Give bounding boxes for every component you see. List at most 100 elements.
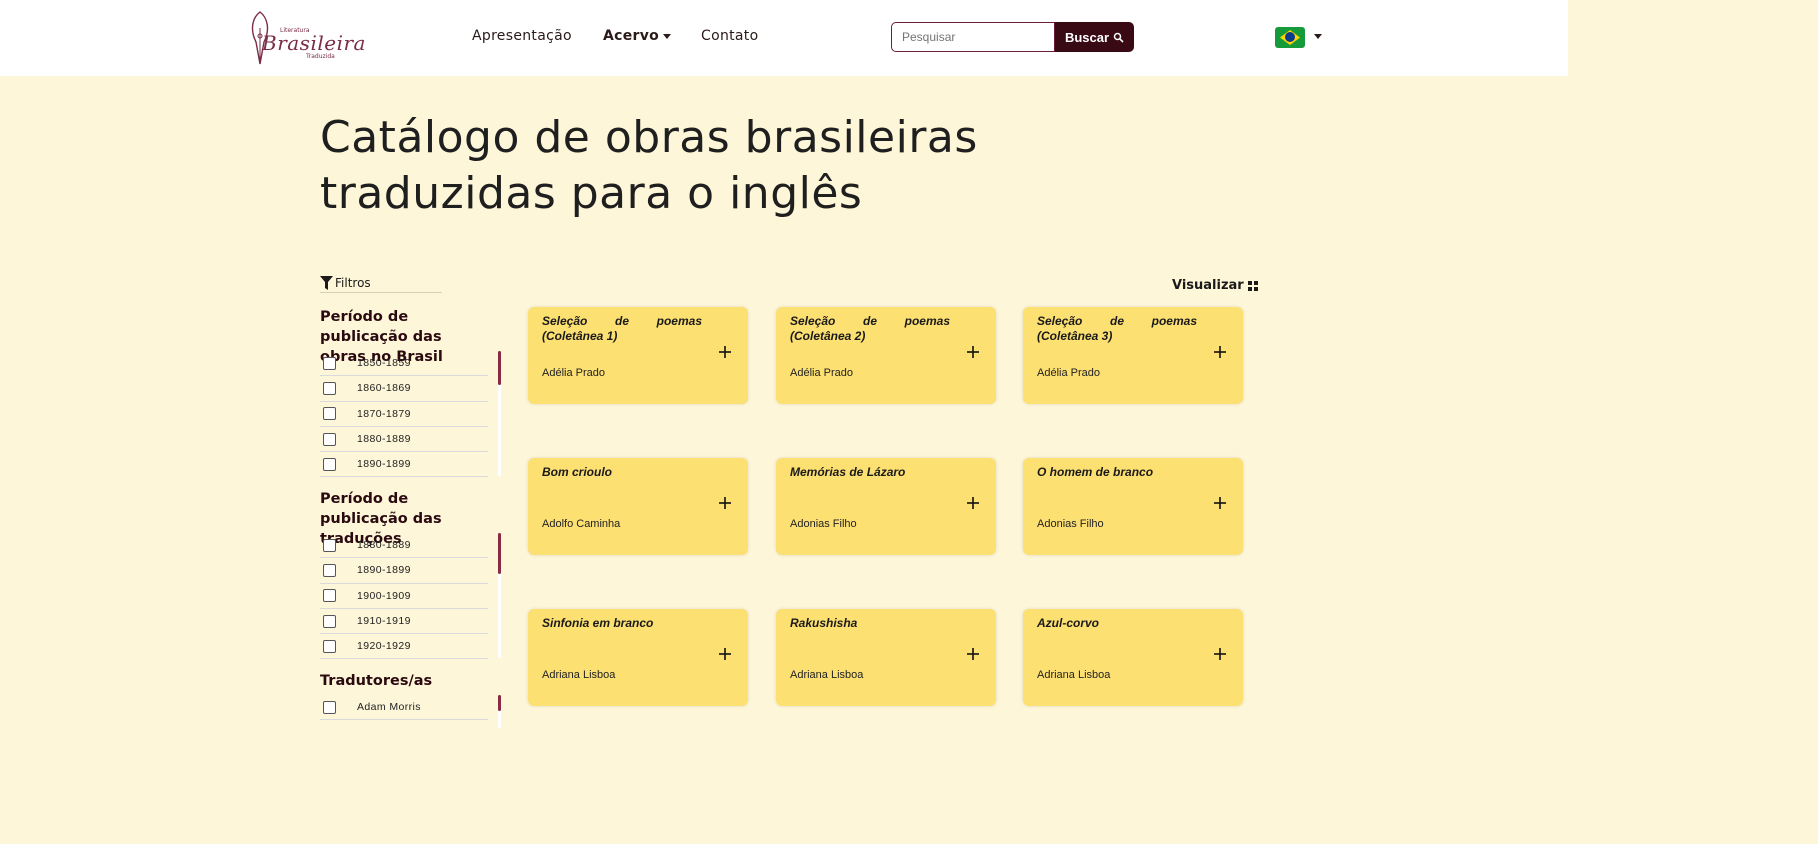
book-title: Seleção de poemas (Coletânea 3) bbox=[1037, 314, 1197, 343]
book-title: O homem de branco bbox=[1037, 465, 1154, 479]
checkbox[interactable] bbox=[323, 457, 336, 471]
book-author: Adélia Prado bbox=[542, 367, 605, 379]
book-title: Sinfonia em branco bbox=[542, 616, 654, 630]
filter-group-title-translators: Tradutores/as bbox=[320, 673, 433, 689]
view-toggle[interactable]: Visualizar bbox=[1172, 278, 1258, 293]
filter-option[interactable]: 1900-1909 bbox=[320, 584, 488, 609]
filter-option[interactable]: 1890-1899 bbox=[320, 558, 488, 584]
search-icon bbox=[1113, 32, 1124, 43]
nav-apresentacao[interactable]: Apresentação bbox=[472, 28, 572, 44]
nav-acervo-dropdown[interactable]: Acervo bbox=[603, 28, 672, 44]
book-author: Adélia Prado bbox=[790, 367, 853, 379]
book-author: Adriana Lisboa bbox=[790, 669, 864, 681]
plus-icon[interactable] bbox=[1213, 496, 1227, 510]
search-button[interactable]: Buscar bbox=[1055, 22, 1134, 52]
plus-icon[interactable] bbox=[1213, 345, 1227, 359]
filter-option-label: 1860-1869 bbox=[357, 382, 411, 395]
page-title: Catálogo de obras brasileiras traduzidas… bbox=[320, 112, 978, 219]
book-title: Memórias de Lázaro bbox=[790, 465, 906, 479]
filter-option[interactable]: 1870-1879 bbox=[320, 402, 488, 427]
filter-option-label: 1920-1929 bbox=[357, 640, 411, 653]
filter-option-label: 1850-1859 bbox=[357, 357, 411, 370]
plus-icon[interactable] bbox=[718, 345, 732, 359]
scrollbar-thumb[interactable] bbox=[498, 533, 501, 574]
book-title: Seleção de poemas (Coletânea 1) bbox=[542, 314, 702, 343]
book-card[interactable]: O homem de branco Adonias Filho bbox=[1023, 458, 1243, 555]
filter-list-publication-brazil: 1850-1859 1860-1869 1870-1879 1880-1889 … bbox=[320, 351, 488, 478]
book-card[interactable]: Rakushisha Adriana Lisboa bbox=[776, 609, 996, 706]
grid-icon bbox=[1247, 280, 1258, 291]
checkbox[interactable] bbox=[323, 356, 336, 370]
book-card[interactable]: Seleção de poemas (Coletânea 3) Adélia P… bbox=[1023, 307, 1243, 404]
book-card[interactable]: Seleção de poemas (Coletânea 2) Adélia P… bbox=[776, 307, 996, 404]
language-chevron-down-icon[interactable] bbox=[1314, 34, 1322, 39]
book-title: Azul-corvo bbox=[1037, 616, 1100, 630]
book-author: Adélia Prado bbox=[1037, 367, 1100, 379]
scrollbar-thumb[interactable] bbox=[498, 695, 501, 711]
filter-option[interactable]: 1890-1899 bbox=[320, 452, 488, 478]
view-toggle-label: Visualizar bbox=[1172, 278, 1244, 293]
filter-option-label: 1910-1919 bbox=[357, 615, 411, 628]
book-title: Rakushisha bbox=[790, 616, 858, 630]
book-author: Adonias Filho bbox=[790, 518, 857, 530]
book-card[interactable]: Memórias de Lázaro Adonias Filho bbox=[776, 458, 996, 555]
checkbox[interactable] bbox=[323, 639, 336, 653]
checkbox[interactable] bbox=[323, 589, 336, 603]
checkbox[interactable] bbox=[323, 432, 336, 446]
filter-option-label: Adam Morris bbox=[357, 701, 421, 714]
filter-option-label: 1880-1889 bbox=[357, 539, 411, 552]
book-author: Adriana Lisboa bbox=[1037, 669, 1111, 681]
filter-option[interactable]: Adam Morris bbox=[320, 695, 488, 721]
chevron-down-icon bbox=[663, 33, 672, 39]
filter-option[interactable]: 1850-1859 bbox=[320, 351, 488, 377]
plus-icon[interactable] bbox=[966, 496, 980, 510]
nav-contato[interactable]: Contato bbox=[701, 28, 758, 44]
book-title: Bom crioulo bbox=[542, 465, 613, 479]
logo-main-text: Brasileira bbox=[262, 31, 366, 55]
nav-acervo-label: Acervo bbox=[603, 28, 660, 44]
filter-option[interactable]: 1880-1889 bbox=[320, 533, 488, 559]
filter-list-translation-period: 1880-1889 1890-1899 1900-1909 1910-1919 … bbox=[320, 533, 488, 660]
plus-icon[interactable] bbox=[718, 496, 732, 510]
site-logo[interactable]: Literatura Brasileira Traduzida bbox=[242, 8, 365, 68]
brazil-flag-icon[interactable] bbox=[1275, 27, 1305, 48]
filter-list-translators: Adam Morris bbox=[320, 695, 488, 721]
book-card[interactable]: Azul-corvo Adriana Lisboa bbox=[1023, 609, 1243, 706]
search-button-label: Buscar bbox=[1064, 29, 1110, 45]
checkbox[interactable] bbox=[323, 407, 336, 421]
filters-label: Filtros bbox=[335, 276, 371, 290]
book-card[interactable]: Seleção de poemas (Coletânea 1) Adélia P… bbox=[528, 307, 748, 404]
search-input[interactable] bbox=[891, 22, 1055, 52]
book-title: Seleção de poemas (Coletânea 2) bbox=[790, 314, 950, 343]
scrollbar-track[interactable] bbox=[498, 695, 501, 728]
scrollbar-thumb[interactable] bbox=[498, 351, 501, 385]
checkbox[interactable] bbox=[323, 563, 336, 577]
filter-option-label: 1870-1879 bbox=[357, 407, 411, 420]
book-author: Adriana Lisboa bbox=[542, 669, 616, 681]
scrollbar-track[interactable] bbox=[498, 533, 501, 658]
book-author: Adonias Filho bbox=[1037, 518, 1104, 530]
filter-option-label: 1890-1899 bbox=[357, 564, 411, 577]
scrollbar-track[interactable] bbox=[498, 351, 501, 476]
plus-icon[interactable] bbox=[718, 647, 732, 661]
filter-option[interactable]: 1910-1919 bbox=[320, 609, 488, 635]
filter-option[interactable]: 1880-1889 bbox=[320, 427, 488, 453]
checkbox[interactable] bbox=[323, 614, 336, 628]
book-author: Adolfo Caminha bbox=[542, 518, 621, 530]
book-card[interactable]: Sinfonia em branco Adriana Lisboa bbox=[528, 609, 748, 706]
logo-sub-text: Traduzida bbox=[306, 53, 335, 60]
filter-option[interactable]: 1860-1869 bbox=[320, 376, 488, 402]
book-card[interactable]: Bom crioulo Adolfo Caminha bbox=[528, 458, 748, 555]
filter-option-label: 1890-1899 bbox=[357, 458, 411, 471]
plus-icon[interactable] bbox=[966, 647, 980, 661]
checkbox[interactable] bbox=[323, 381, 336, 395]
plus-icon[interactable] bbox=[1213, 647, 1227, 661]
checkbox[interactable] bbox=[323, 700, 336, 714]
filter-option[interactable]: 1920-1929 bbox=[320, 634, 488, 660]
filters-header: Filtros bbox=[320, 274, 442, 293]
filter-option-label: 1880-1889 bbox=[357, 433, 411, 446]
filter-option-label: 1900-1909 bbox=[357, 589, 411, 602]
plus-icon[interactable] bbox=[966, 345, 980, 359]
funnel-icon bbox=[320, 276, 333, 290]
checkbox[interactable] bbox=[323, 538, 336, 552]
